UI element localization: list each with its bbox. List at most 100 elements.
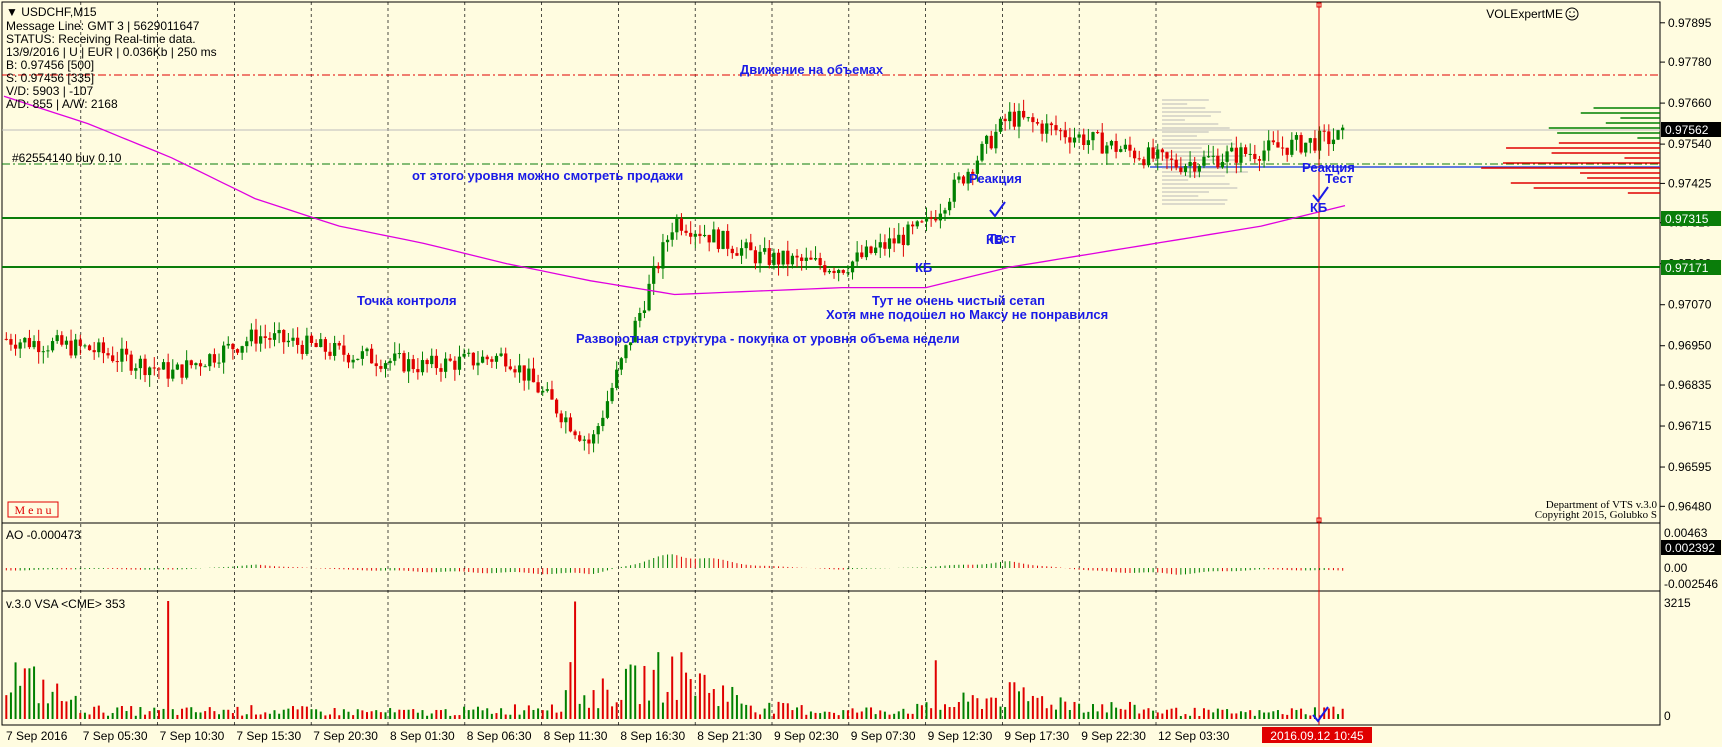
candle-body xyxy=(346,354,351,363)
candle-body xyxy=(148,367,152,376)
candle-body xyxy=(860,252,864,258)
candle-body xyxy=(897,234,901,244)
candle-body xyxy=(485,356,489,360)
candle-body xyxy=(161,362,166,370)
annotation-kb-3: КБ xyxy=(1310,200,1327,215)
candle-body xyxy=(388,360,392,364)
candle-body xyxy=(1243,147,1248,155)
candle-body xyxy=(929,217,933,219)
candle-body xyxy=(166,362,170,379)
candle-body xyxy=(994,131,998,149)
candle-body xyxy=(716,229,721,249)
candle-body xyxy=(906,224,910,246)
candle-body xyxy=(1206,156,1211,158)
candle-body xyxy=(203,366,207,368)
candle-body xyxy=(1225,151,1229,162)
candle-body xyxy=(171,369,175,379)
annotation-max-note: Хотя мне подошел но Максу не понравился xyxy=(826,307,1108,322)
candle-body xyxy=(1248,153,1252,155)
cursor-time-value: 2016.09.12 10:45 xyxy=(1270,729,1364,743)
info-line-0: Message Line: GMT 3 | 5629011647 xyxy=(6,19,200,33)
candle-body xyxy=(254,329,258,344)
candle-body xyxy=(804,257,808,261)
smiley-eye-left xyxy=(1569,11,1571,13)
candle-body xyxy=(1017,110,1021,127)
candle-body xyxy=(730,248,734,254)
candle-body xyxy=(406,359,411,372)
candle-body xyxy=(744,242,748,249)
credit-line-2: Copyright 2015, Golubko S xyxy=(1535,509,1657,521)
time-tick-label: 9 Sep 02:30 xyxy=(774,729,839,743)
checkmark-icon-2 xyxy=(1312,186,1329,203)
candle-body xyxy=(69,340,73,356)
candle-body xyxy=(883,242,887,249)
candle-body xyxy=(41,351,45,353)
candle-body xyxy=(550,389,554,400)
candle-body xyxy=(249,329,254,342)
candle-body xyxy=(453,360,457,370)
candle-body xyxy=(138,358,143,369)
candle-body xyxy=(665,239,670,243)
candle-body xyxy=(1202,156,1206,166)
candle-body xyxy=(282,329,286,343)
candle-body xyxy=(402,353,406,372)
time-tick-label: 8 Sep 11:30 xyxy=(544,729,608,743)
candle-body xyxy=(106,353,110,356)
annotation-control-point: Точка контроля xyxy=(357,293,457,308)
candle-body xyxy=(920,221,924,223)
candle-body xyxy=(1035,122,1040,124)
candle-body xyxy=(601,417,605,427)
candle-body xyxy=(46,350,50,352)
info-line-5: V/D: 5903 | -107 xyxy=(6,84,93,98)
candle-body xyxy=(624,345,628,359)
candle-body xyxy=(818,258,822,266)
candle-body xyxy=(998,118,1003,132)
candle-body xyxy=(1132,150,1137,159)
candle-body xyxy=(855,252,859,262)
candle-body xyxy=(985,135,989,144)
candle-body xyxy=(296,337,300,345)
candle-body xyxy=(272,333,277,340)
candle-body xyxy=(1040,123,1044,134)
price-tick-label: 0.97780 xyxy=(1668,55,1712,69)
candle-body xyxy=(1257,159,1262,161)
candle-body xyxy=(1299,135,1303,153)
candle-body xyxy=(568,417,573,432)
candle-body xyxy=(120,348,124,362)
candle-body xyxy=(416,369,420,373)
annotation-reversal: Разворотная структура - покупка от уровн… xyxy=(576,331,960,346)
candle-body xyxy=(1197,165,1201,172)
candle-body xyxy=(1285,147,1289,155)
candle-body xyxy=(356,358,360,360)
candle-body xyxy=(605,401,610,418)
candle-body xyxy=(50,341,55,351)
candle-body xyxy=(615,369,619,388)
candle-body xyxy=(504,353,508,367)
time-tick-label: 7 Sep 2016 xyxy=(6,729,68,743)
candle-body xyxy=(1091,132,1095,141)
candle-body xyxy=(314,343,318,348)
candle-body xyxy=(735,253,739,256)
candle-body xyxy=(800,257,804,261)
candle-body xyxy=(1336,130,1340,140)
candle-body xyxy=(1179,167,1183,172)
ao-tick-zero: 0.00 xyxy=(1664,561,1688,575)
vsa-tick-bottom: 0 xyxy=(1664,709,1671,723)
candle-body xyxy=(869,246,873,254)
time-tick-label: 7 Sep 10:30 xyxy=(160,729,225,743)
candle-body xyxy=(1054,125,1058,131)
candle-body xyxy=(1322,130,1326,132)
candle-body xyxy=(841,270,845,273)
candle-body xyxy=(78,339,82,346)
candle-body xyxy=(1327,131,1331,145)
candle-body xyxy=(938,213,943,221)
vsa-tick-top: 3215 xyxy=(1664,596,1691,610)
candle-body xyxy=(1220,161,1225,168)
candle-body xyxy=(786,250,790,265)
candle-body xyxy=(198,363,203,367)
vsa-label: v.3.0 VSA <CME> 353 xyxy=(6,597,126,611)
candle-body xyxy=(739,248,744,256)
info-line-1: STATUS: Receiving Real-time data. xyxy=(6,32,196,46)
candle-body xyxy=(610,387,614,402)
menu-label[interactable]: M e n u xyxy=(15,503,52,517)
